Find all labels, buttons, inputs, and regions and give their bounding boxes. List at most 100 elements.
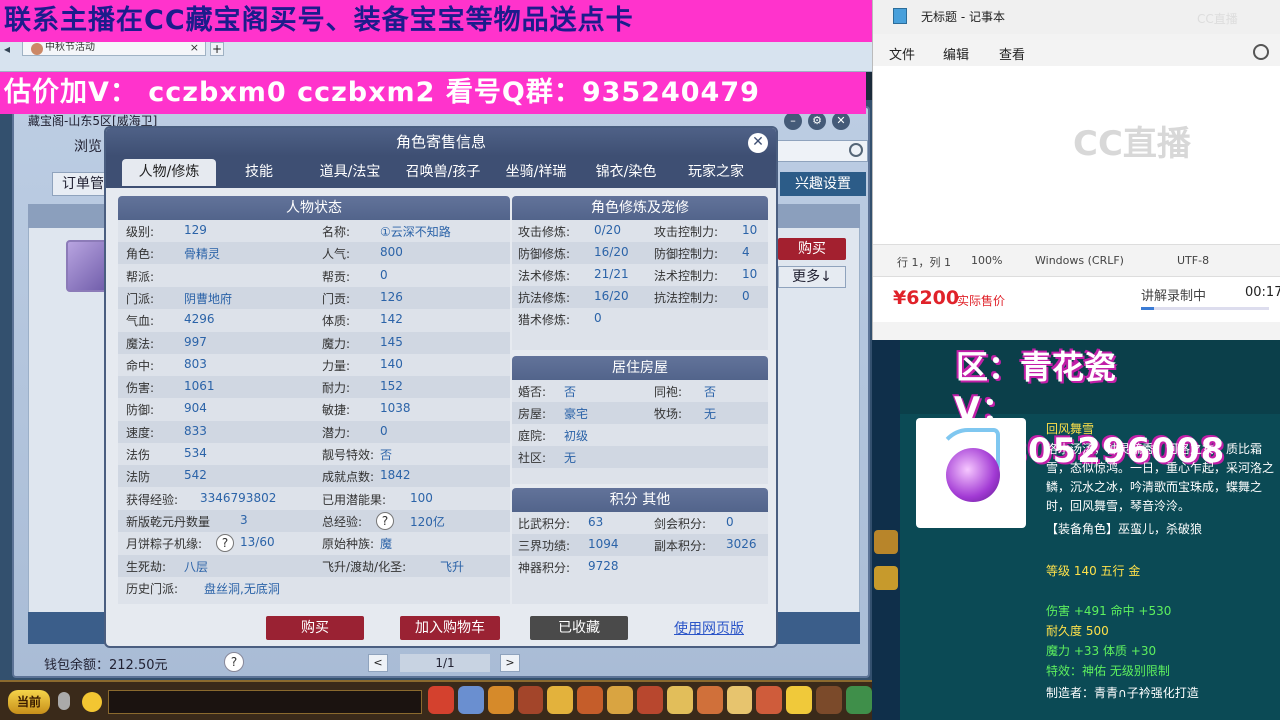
help-icon[interactable]: ? <box>376 511 394 530</box>
interest-settings-button[interactable]: 兴趣设置 <box>780 172 866 196</box>
field-label: 帮贡: <box>322 269 351 284</box>
field-label: 飞升/渡劫/化圣: <box>322 559 407 574</box>
field-value: 初级 <box>564 429 589 443</box>
page-indicator: 1/1 <box>400 654 490 672</box>
field-value: 120亿 <box>410 514 445 529</box>
chat-input[interactable] <box>108 690 422 714</box>
notepad-editor[interactable]: CC直播 <box>873 66 1280 244</box>
item-maker: 制造者：青青∩子衿强化打造 <box>1046 686 1199 700</box>
field-label: 副本积分: <box>654 539 707 553</box>
field-label: 生死劫: <box>126 559 167 574</box>
tool-icon[interactable] <box>756 686 783 714</box>
buy-button[interactable]: 购买 <box>266 616 364 640</box>
field-label: 靓号特效: <box>322 448 375 462</box>
tool-icon[interactable] <box>547 686 574 714</box>
browser-tab[interactable]: 中秋节活动 × <box>22 42 206 56</box>
tool-icon[interactable] <box>726 686 753 714</box>
list-buy-button[interactable]: 购买 <box>778 238 846 260</box>
field-value: 3346793802 <box>200 490 277 505</box>
field-label: 攻击控制力: <box>654 225 719 239</box>
tool-icon[interactable] <box>637 686 663 714</box>
dialog-tabs: 人物/修炼 技能 道具/法宝 召唤兽/孩子 坐骑/祥瑞 锦衣/染色 玩家之家 <box>106 156 776 188</box>
tab-close-icon[interactable]: × <box>190 42 199 54</box>
tab-outfits[interactable]: 锦衣/染色 <box>584 159 668 186</box>
list-more-button[interactable]: 更多↓ <box>778 266 846 288</box>
field-label: 房屋: <box>518 407 547 421</box>
page-prev-button[interactable]: < <box>368 654 388 672</box>
tab-items[interactable]: 道具/法宝 <box>306 159 394 186</box>
field-label: 成就点数: <box>322 470 375 485</box>
tab-mounts[interactable]: 坐骑/祥瑞 <box>494 159 578 186</box>
tab-skills[interactable]: 技能 <box>224 159 294 186</box>
field-value: 10 <box>742 223 758 237</box>
tool-icon[interactable] <box>428 686 454 714</box>
menu-edit[interactable]: 编辑 <box>943 44 969 63</box>
field-value: 骨精灵 <box>184 247 221 262</box>
field-label: 抗法修炼: <box>518 291 571 305</box>
tab-pets[interactable]: 召唤兽/孩子 <box>396 159 490 186</box>
tool-icon[interactable] <box>517 686 544 714</box>
menu-file[interactable]: 文件 <box>889 44 915 63</box>
tool-icon[interactable] <box>696 686 723 714</box>
settings-icon[interactable]: ⚙ <box>808 112 826 130</box>
field-label: 门贡: <box>322 291 351 306</box>
side-icon[interactable] <box>874 566 898 590</box>
field-label: 社区: <box>518 451 547 465</box>
item-description: 洛水汤汤，钟灵毓秀。河洛之女，质比霜雪，态似惊鸿。一日，重心乍起，采河洛之鳞，沉… <box>1046 442 1275 513</box>
add-to-cart-button[interactable]: 加入购物车 <box>400 616 500 640</box>
tab-home[interactable]: 玩家之家 <box>674 159 758 186</box>
mic-icon[interactable] <box>58 692 70 710</box>
favorited-button[interactable]: 已收藏 <box>530 616 628 640</box>
tool-icon[interactable] <box>846 686 872 714</box>
new-tab-button[interactable]: + <box>210 42 224 56</box>
field-label: 抗法控制力: <box>654 291 719 305</box>
field-value: 0 <box>380 423 388 438</box>
back-arrow-icon[interactable]: ◂ <box>4 42 10 56</box>
field-label: 庭院: <box>518 429 547 443</box>
score-panel: 比武积分: 63 剑会积分: 0 三界功绩: 1094 副本积分: 3026 神器积分: 9728 <box>512 512 768 604</box>
search-input[interactable] <box>764 140 868 162</box>
current-channel-button[interactable]: 当前 <box>8 690 50 714</box>
info-row: 新版乾元丹数量 3 总经验: 120亿? <box>118 509 510 532</box>
tool-icon[interactable] <box>786 686 813 714</box>
tool-icon[interactable] <box>666 686 693 714</box>
emoji-icon[interactable] <box>82 692 102 712</box>
field-label: 防御控制力: <box>654 247 719 261</box>
dialog-close-icon[interactable]: ✕ <box>748 133 768 153</box>
search-icon[interactable] <box>849 143 863 157</box>
info-row: 法术修炼: 21/21 法术控制力: 10 <box>512 264 768 286</box>
wallet-help-icon[interactable]: ? <box>224 652 244 672</box>
item-attack: 伤害 +491 命中 +530 <box>1046 604 1172 618</box>
close-icon[interactable]: ✕ <box>832 112 850 130</box>
encoding: UTF-8 <box>1177 254 1210 267</box>
field-label: 帮派: <box>126 269 155 284</box>
tool-icon[interactable] <box>816 686 843 714</box>
tool-icon[interactable] <box>457 686 484 714</box>
field-value: 100 <box>410 490 433 505</box>
side-icon[interactable] <box>874 530 898 554</box>
field-value: 0 <box>380 267 388 282</box>
field-label: 体质: <box>322 314 351 329</box>
history-row: 历史门派: 盘丝洞,无底洞 <box>118 577 510 599</box>
tab-character[interactable]: 人物/修炼 <box>122 159 216 186</box>
tool-icon[interactable] <box>577 686 604 714</box>
page-next-button[interactable]: > <box>500 654 520 672</box>
cultivation-panel-header: 角色修炼及宠修 <box>512 196 768 220</box>
settings-gear-icon[interactable] <box>1253 44 1269 60</box>
help-icon[interactable]: ? <box>216 534 234 553</box>
history-value: 盘丝洞,无底洞 <box>204 581 280 596</box>
info-row: 社区: 无 <box>512 446 768 468</box>
field-value: 1038 <box>380 401 411 416</box>
tool-icon[interactable] <box>607 686 634 714</box>
field-value: 10 <box>742 267 758 281</box>
menu-view[interactable]: 查看 <box>999 44 1025 63</box>
item-image[interactable] <box>916 418 1026 528</box>
cursor-position: 行 1，列 1 <box>897 256 951 269</box>
field-value: 542 <box>184 468 207 483</box>
info-row: 级别: 129 名称: ①云深不知路 <box>118 220 510 242</box>
nav-browse[interactable]: 浏览 <box>74 136 102 156</box>
minimize-icon[interactable]: – <box>784 112 802 130</box>
use-web-version-link[interactable]: 使用网页版 <box>674 618 744 638</box>
record-progress-fill <box>1141 307 1154 310</box>
tool-icon[interactable] <box>487 686 514 714</box>
